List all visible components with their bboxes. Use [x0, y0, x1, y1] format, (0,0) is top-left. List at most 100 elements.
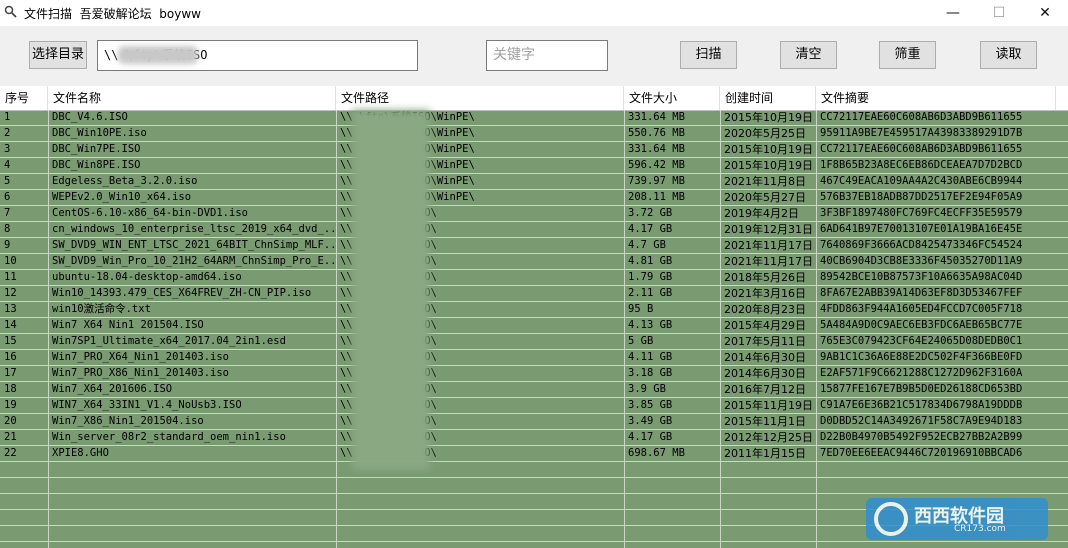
- table-cell: 2015年10月19日: [724, 111, 813, 124]
- column-header[interactable]: 文件摘要: [816, 86, 1056, 110]
- table-cell: 2012年12月25日: [724, 431, 813, 444]
- table-row[interactable]: 21 Win_server_08r2_standard_oem_nin1.iso \…: [0, 430, 1068, 446]
- table-cell: 5: [4, 175, 11, 187]
- app-icon: [4, 5, 17, 18]
- clear-button[interactable]: 清空: [780, 41, 837, 69]
- file-table[interactable]: 序号文件名称文件路径文件大小创建时间文件摘要 1DBC_V4.6.ISO\\ \…: [0, 86, 1068, 548]
- minimize-button[interactable]: —: [930, 0, 976, 26]
- table-row[interactable]: 8 cn_windows_10_enterprise_ltsc_2019_x64_…: [0, 222, 1068, 238]
- table-cell: 16: [4, 351, 17, 363]
- table-cell: DBC_Win10PE.iso: [52, 127, 147, 139]
- table-row[interactable]: 16Win7_PRO_X64_Nin1_201403.iso\\ \ftp\系统…: [0, 350, 1068, 366]
- table-cell: 2021年11月17日: [724, 239, 813, 252]
- table-cell: cn_windows_10_enterprise_ltsc_2019_x64_d…: [52, 223, 336, 235]
- table-row[interactable]: 20Win7_X86_Nin1_201504.iso\\ \ftp\系统ISO\…: [0, 414, 1068, 430]
- table-cell: 10: [4, 255, 17, 267]
- table-cell: 20: [4, 415, 17, 427]
- table-cell: 95 B: [628, 303, 654, 315]
- table-row[interactable]: 12 Win10_14393.479_CES_X64FREV_ZH-CN_PIP.…: [0, 286, 1068, 302]
- table-row[interactable]: 22XPIE8.GHO\\ \ftp\系统ISO\698.67 MB2011年1…: [0, 446, 1068, 462]
- table-cell: XPIE8.GHO: [52, 447, 109, 459]
- keyword-input[interactable]: 关键字: [486, 40, 608, 71]
- read-button[interactable]: 读取: [980, 41, 1037, 69]
- table-cell: 6AD641B97E70013107E01A19BA16E45E: [820, 223, 1023, 235]
- table-cell: 4.81 GB: [628, 255, 673, 267]
- table-cell: CentOS-6.10-x86_64-bin-DVD1.iso: [52, 207, 248, 219]
- table-cell: 89542BCE10B87573F10A6635A98AC04D: [820, 271, 1023, 283]
- table-cell: 2015年10月19日: [724, 143, 813, 156]
- table-cell: 4.17 GB: [628, 223, 673, 235]
- table-cell: Win7 X64 Nin1 201504.ISO: [52, 319, 204, 331]
- table-cell: 2011年1月15日: [724, 447, 806, 460]
- table-cell: CC72117EAE60C608AB6D3ABD9B611655: [820, 111, 1023, 123]
- table-row[interactable]: 10 SW_DVD9_Win_Pro_10_21H2_64ARM_ChnSimp_…: [0, 254, 1068, 270]
- table-cell: 2019年4月2日: [724, 207, 799, 220]
- table-cell: 765E3C079423CF64E24065D08DEDB0C1: [820, 335, 1023, 347]
- table-cell: 3F3BF1897480FC769FC4ECFF35E59579: [820, 207, 1023, 219]
- column-header[interactable]: 创建时间: [720, 86, 816, 110]
- table-cell: 596.42 MB: [628, 159, 685, 171]
- window-title: 文件扫描 吾爱破解论坛 boyww: [24, 7, 201, 21]
- table-cell: 2015年4月29日: [724, 319, 806, 332]
- scan-button[interactable]: 扫描: [680, 41, 737, 69]
- table-row[interactable]: 2DBC_Win10PE.iso\\ \ftp\系统ISO\WinPE\550.…: [0, 126, 1068, 142]
- column-header[interactable]: 序号: [0, 86, 48, 110]
- filter-duplicates-button[interactable]: 筛重: [879, 41, 936, 69]
- table-cell: 7: [4, 207, 11, 219]
- table-cell: 3.85 GB: [628, 399, 673, 411]
- table-row[interactable]: 6WEPEv2.0_Win10_x64.iso\\ \ftp\系统ISO\Win…: [0, 190, 1068, 206]
- table-cell: 1F8B65B23A8EC6EB86DCEAEA7D7D2BCD: [820, 159, 1023, 171]
- table-row[interactable]: 1DBC_V4.6.ISO\\ \ftp\系统ISO\WinPE\331.64 …: [0, 110, 1068, 126]
- watermark-subtext: CR173.com: [954, 524, 1006, 534]
- table-cell: 3.18 GB: [628, 367, 673, 379]
- table-row[interactable]: 19WIN7_X64_33IN1_V1.4_NoUsb3.ISO\\ \ftp\…: [0, 398, 1068, 414]
- select-directory-button[interactable]: 选择目录: [29, 41, 87, 69]
- table-row[interactable]: 14Win7 X64 Nin1 201504.ISO\\ \ftp\系统ISO\…: [0, 318, 1068, 334]
- table-cell: 576B37EB18ADB87DD2517EF2E94F05A9: [820, 191, 1023, 203]
- table-cell: Win7_PRO_X86_Nin1_201403.iso: [52, 367, 230, 379]
- table-cell: 15877FE167E7B9B5D0ED26188CD653BD: [820, 383, 1023, 395]
- table-cell: 9AB1C1C36A6E88E2DC502F4F366BE0FD: [820, 351, 1023, 363]
- table-cell: Win7_PRO_X64_Nin1_201403.iso: [52, 351, 230, 363]
- close-button[interactable]: ✕: [1022, 0, 1068, 26]
- maximize-button[interactable]: ☐: [976, 0, 1022, 26]
- table-cell: 2015年10月19日: [724, 159, 813, 172]
- column-header[interactable]: 文件名称: [48, 86, 336, 110]
- table-cell: WEPEv2.0_Win10_x64.iso: [52, 191, 192, 203]
- table-cell: 3.9 GB: [628, 383, 666, 395]
- table-row[interactable]: 5Edgeless_Beta_3.2.0.iso\\ \ftp\系统ISO\Wi…: [0, 174, 1068, 190]
- table-cell: 6: [4, 191, 11, 203]
- table-cell: 2020年5月25日: [724, 127, 806, 140]
- table-cell: 208.11 MB: [628, 191, 685, 203]
- table-row[interactable]: 9 SW_DVD9_WIN_ENT_LTSC_2021_64BIT_ChnSimp…: [0, 238, 1068, 254]
- table-cell: 698.67 MB: [628, 447, 685, 459]
- column-header[interactable]: 文件大小: [624, 86, 720, 110]
- title-bar: 文件扫描 吾爱破解论坛 boyww — ☐ ✕: [0, 0, 1068, 26]
- table-cell: 739.97 MB: [628, 175, 685, 187]
- table-row[interactable]: 17Win7_PRO_X86_Nin1_201403.iso\\ \ftp\系统…: [0, 366, 1068, 382]
- table-cell: 95911A9BE7E459517A43983389291D7B: [820, 127, 1023, 139]
- table-cell: E2AF571F9C6621288C1272D962F3160A: [820, 367, 1023, 379]
- table-cell: 17: [4, 367, 17, 379]
- table-cell: 550.76 MB: [628, 127, 685, 139]
- table-row[interactable]: 15 Win7SP1_Ultimate_x64_2017.04_2in1.esd \…: [0, 334, 1068, 350]
- table-cell: 2020年8月23日: [724, 303, 806, 316]
- table-cell: 7ED70EE6EEAC9446C720196910BBCAD6: [820, 447, 1023, 459]
- table-row[interactable]: 11ubuntu-18.04-desktop-amd64.iso\\ \ftp\…: [0, 270, 1068, 286]
- redacted-host: [118, 46, 198, 64]
- table-row[interactable]: 4DBC_Win8PE.ISO\\ \ftp\系统ISO\WinPE\596.4…: [0, 158, 1068, 174]
- table-row[interactable]: 7CentOS-6.10-x86_64-bin-DVD1.iso\\ \ftp\…: [0, 206, 1068, 222]
- table-cell: 1.79 GB: [628, 271, 673, 283]
- table-cell: 4.13 GB: [628, 319, 673, 331]
- table-cell: 2019年12月31日: [724, 223, 813, 236]
- table-cell: DBC_Win8PE.ISO: [52, 159, 141, 171]
- table-row[interactable]: 3DBC_Win7PE.ISO\\ \ftp\系统ISO\WinPE\331.6…: [0, 142, 1068, 158]
- table-cell: 4FDD863F944A1605ED4FCCD7C005F718: [820, 303, 1023, 315]
- table-row[interactable]: 13win10激活命令.txt\\ \ftp\系统ISO\95 B2020年8月…: [0, 302, 1068, 318]
- table-cell: 2015年11月19日: [724, 399, 813, 412]
- table-cell: Win7SP1_Ultimate_x64_2017.04_2in1.esd: [52, 335, 286, 347]
- empty-row: [0, 542, 1068, 548]
- table-cell: 331.64 MB: [628, 143, 685, 155]
- column-header[interactable]: 文件路径: [336, 86, 624, 110]
- table-row[interactable]: 18Win7_X64_201606.ISO\\ \ftp\系统ISO\3.9 G…: [0, 382, 1068, 398]
